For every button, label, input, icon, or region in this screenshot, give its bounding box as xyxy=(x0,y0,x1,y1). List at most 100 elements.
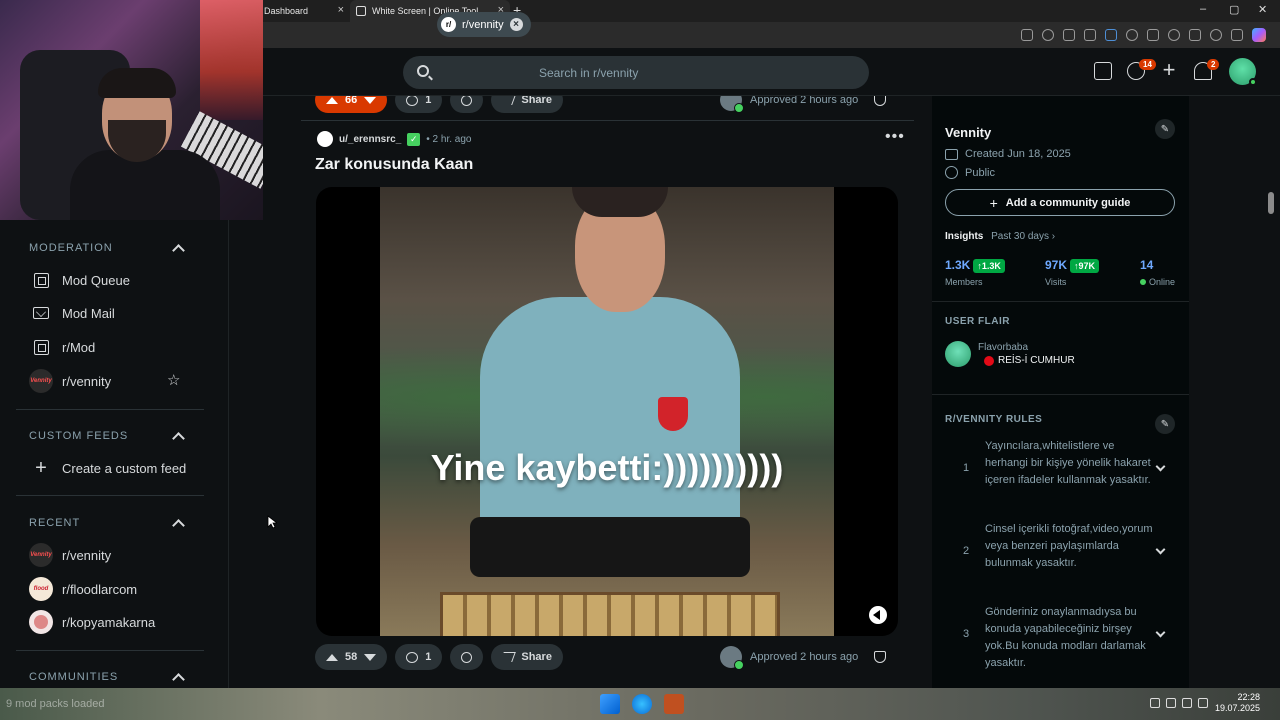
members-stat: 1.3K ↑1.3K Members xyxy=(945,256,1005,287)
downvote-icon[interactable] xyxy=(364,96,377,104)
downvote-icon[interactable] xyxy=(364,653,377,661)
globe-icon xyxy=(945,166,958,179)
clock-date: 19.07.2025 xyxy=(1214,703,1260,713)
post-title[interactable]: Zar konusunda Kaan xyxy=(315,156,473,174)
chevron-down-icon[interactable] xyxy=(1155,627,1166,638)
user-avatar[interactable] xyxy=(1229,58,1257,86)
add-community-guide-button[interactable]: + Add a community guide xyxy=(945,189,1175,216)
upvote-icon[interactable] xyxy=(326,653,338,661)
search-community-chip[interactable]: r/ r/vennity × xyxy=(437,12,531,37)
chevron-up-icon[interactable] xyxy=(172,673,185,686)
post-menu-button[interactable]: ••• xyxy=(885,128,905,146)
tray-icon[interactable] xyxy=(1150,698,1160,708)
chevron-up-icon[interactable] xyxy=(172,519,185,532)
sidebar-item-r-mod[interactable]: r/Mod xyxy=(29,335,95,359)
members-delta: ↑1.3K xyxy=(973,259,1005,273)
sidebar-item-recent-kopyamakarna[interactable]: r/kopyamakarna xyxy=(29,610,155,634)
microphone-icon[interactable] xyxy=(1166,698,1176,708)
mod-shield-icon[interactable] xyxy=(874,96,886,106)
rule-item[interactable]: 3 Gönderiniz onaylanmadıysa bu konuda ya… xyxy=(945,604,1175,674)
create-post-icon[interactable]: + xyxy=(1160,59,1178,81)
comments-button[interactable]: 1 xyxy=(395,96,443,113)
divider xyxy=(16,409,204,410)
award-button[interactable] xyxy=(450,96,484,113)
volume-icon[interactable] xyxy=(869,606,887,624)
left-sidebar: MODERATION Mod Queue Mod Mail r/Mod Venn… xyxy=(0,220,229,688)
rule-text: Cinsel içerikli fotoğraf,video,yorum vey… xyxy=(985,523,1153,569)
moderator-avatar xyxy=(720,96,744,113)
extensions-icon[interactable] xyxy=(1147,29,1159,41)
favorites-icon[interactable] xyxy=(1168,29,1180,41)
video-player[interactable]: Yine kaybetti:)))))))))) xyxy=(316,187,898,636)
edit-icon[interactable]: ✎ xyxy=(1155,414,1175,434)
vote-control[interactable]: 66 xyxy=(315,96,388,113)
close-tab-icon[interactable]: × xyxy=(338,4,344,16)
sidebar-item-r-vennity[interactable]: Vennity r/vennity xyxy=(29,369,111,393)
chevron-up-icon[interactable] xyxy=(172,432,185,445)
close-window-button[interactable]: ✕ xyxy=(1258,3,1267,16)
moderation-section-title[interactable]: MODERATION xyxy=(29,242,113,254)
edit-icon[interactable]: ✎ xyxy=(1155,119,1175,139)
scrollbar-thumb[interactable] xyxy=(1268,192,1274,214)
share-button[interactable]: Share xyxy=(491,96,563,113)
community-avatar xyxy=(29,610,53,634)
reader-icon[interactable] xyxy=(1021,29,1033,41)
chevron-down-icon[interactable] xyxy=(1155,544,1166,555)
visits-delta: ↑97K xyxy=(1070,259,1100,273)
sidebar-item-recent-vennity[interactable]: Vennity r/vennity xyxy=(29,543,111,567)
mod-shield-icon[interactable] xyxy=(874,651,886,663)
upvote-icon[interactable] xyxy=(326,96,338,104)
extension-icon[interactable] xyxy=(1105,29,1117,41)
ad-icon[interactable] xyxy=(1094,62,1112,80)
communities-section-title[interactable]: COMMUNITIES xyxy=(29,671,118,683)
share-button[interactable]: Share xyxy=(491,644,563,670)
rule-number: 3 xyxy=(963,628,970,640)
chevron-up-icon[interactable] xyxy=(172,244,185,257)
clock[interactable]: 22:28 19.07.2025 xyxy=(1215,692,1260,714)
windows-start-icon[interactable] xyxy=(600,694,620,714)
insights-link[interactable]: Insights Past 30 days › xyxy=(945,231,1055,242)
extension-icon[interactable] xyxy=(1126,29,1138,41)
award-button[interactable] xyxy=(450,644,484,670)
create-custom-feed-button[interactable]: + Create a custom feed xyxy=(29,456,186,480)
profile-icon[interactable] xyxy=(1210,29,1222,41)
post-author[interactable]: u/_erennsrc_ xyxy=(339,134,401,145)
star-icon[interactable]: ☆ xyxy=(167,371,180,389)
sidebar-item-mod-queue[interactable]: Mod Queue xyxy=(29,268,130,292)
edge-icon[interactable] xyxy=(632,694,652,714)
copilot-icon[interactable] xyxy=(1252,28,1266,42)
tab-dashboard[interactable]: Dashboard × xyxy=(258,0,350,22)
recent-section-title[interactable]: RECENT xyxy=(29,517,80,529)
search-icon xyxy=(417,65,429,77)
custom-feeds-section-title[interactable]: CUSTOM FEEDS xyxy=(29,430,128,442)
button-label: Add a community guide xyxy=(1005,196,1131,209)
read-aloud-icon[interactable] xyxy=(1063,29,1075,41)
sidebar-item-recent-floodlarcom[interactable]: flood r/floodlarcom xyxy=(29,577,137,601)
created-text: Created Jun 18, 2025 xyxy=(965,148,1071,160)
rule-item[interactable]: 2 Cinsel içerikli fotoğraf,video,yorum v… xyxy=(945,521,1175,591)
rule-item[interactable]: 1 Yayıncılara,whitelistlere ve herhangi … xyxy=(945,438,1175,508)
post-actions: 58 1 Share xyxy=(315,644,563,670)
zoom-icon[interactable] xyxy=(1042,29,1054,41)
menu-icon[interactable] xyxy=(1231,29,1243,41)
user-avatar[interactable] xyxy=(317,131,333,147)
user-flair[interactable]: REİS-İ CUMHUR xyxy=(984,355,1075,366)
visits-label: Visits xyxy=(1045,277,1067,287)
comments-button[interactable]: 1 xyxy=(395,644,443,670)
sidebar-item-mod-mail[interactable]: Mod Mail xyxy=(29,301,115,325)
chevron-down-icon[interactable] xyxy=(1155,461,1166,472)
clear-chip-icon[interactable]: × xyxy=(509,18,523,31)
favorite-icon[interactable] xyxy=(1084,29,1096,41)
network-icon[interactable] xyxy=(1182,698,1192,708)
app-icon[interactable] xyxy=(664,694,684,714)
vote-control[interactable]: 58 xyxy=(315,644,388,670)
post-timestamp: • 2 hr. ago xyxy=(426,133,472,145)
user-flair-title: USER FLAIR xyxy=(945,316,1010,327)
user-flair-badge: ✓ xyxy=(407,132,421,146)
divider xyxy=(16,650,204,651)
volume-icon[interactable] xyxy=(1198,698,1208,708)
page-icon xyxy=(356,6,366,16)
collections-icon[interactable] xyxy=(1189,29,1201,41)
maximize-button[interactable]: ▢ xyxy=(1229,3,1239,16)
minimize-button[interactable]: – xyxy=(1200,3,1206,15)
